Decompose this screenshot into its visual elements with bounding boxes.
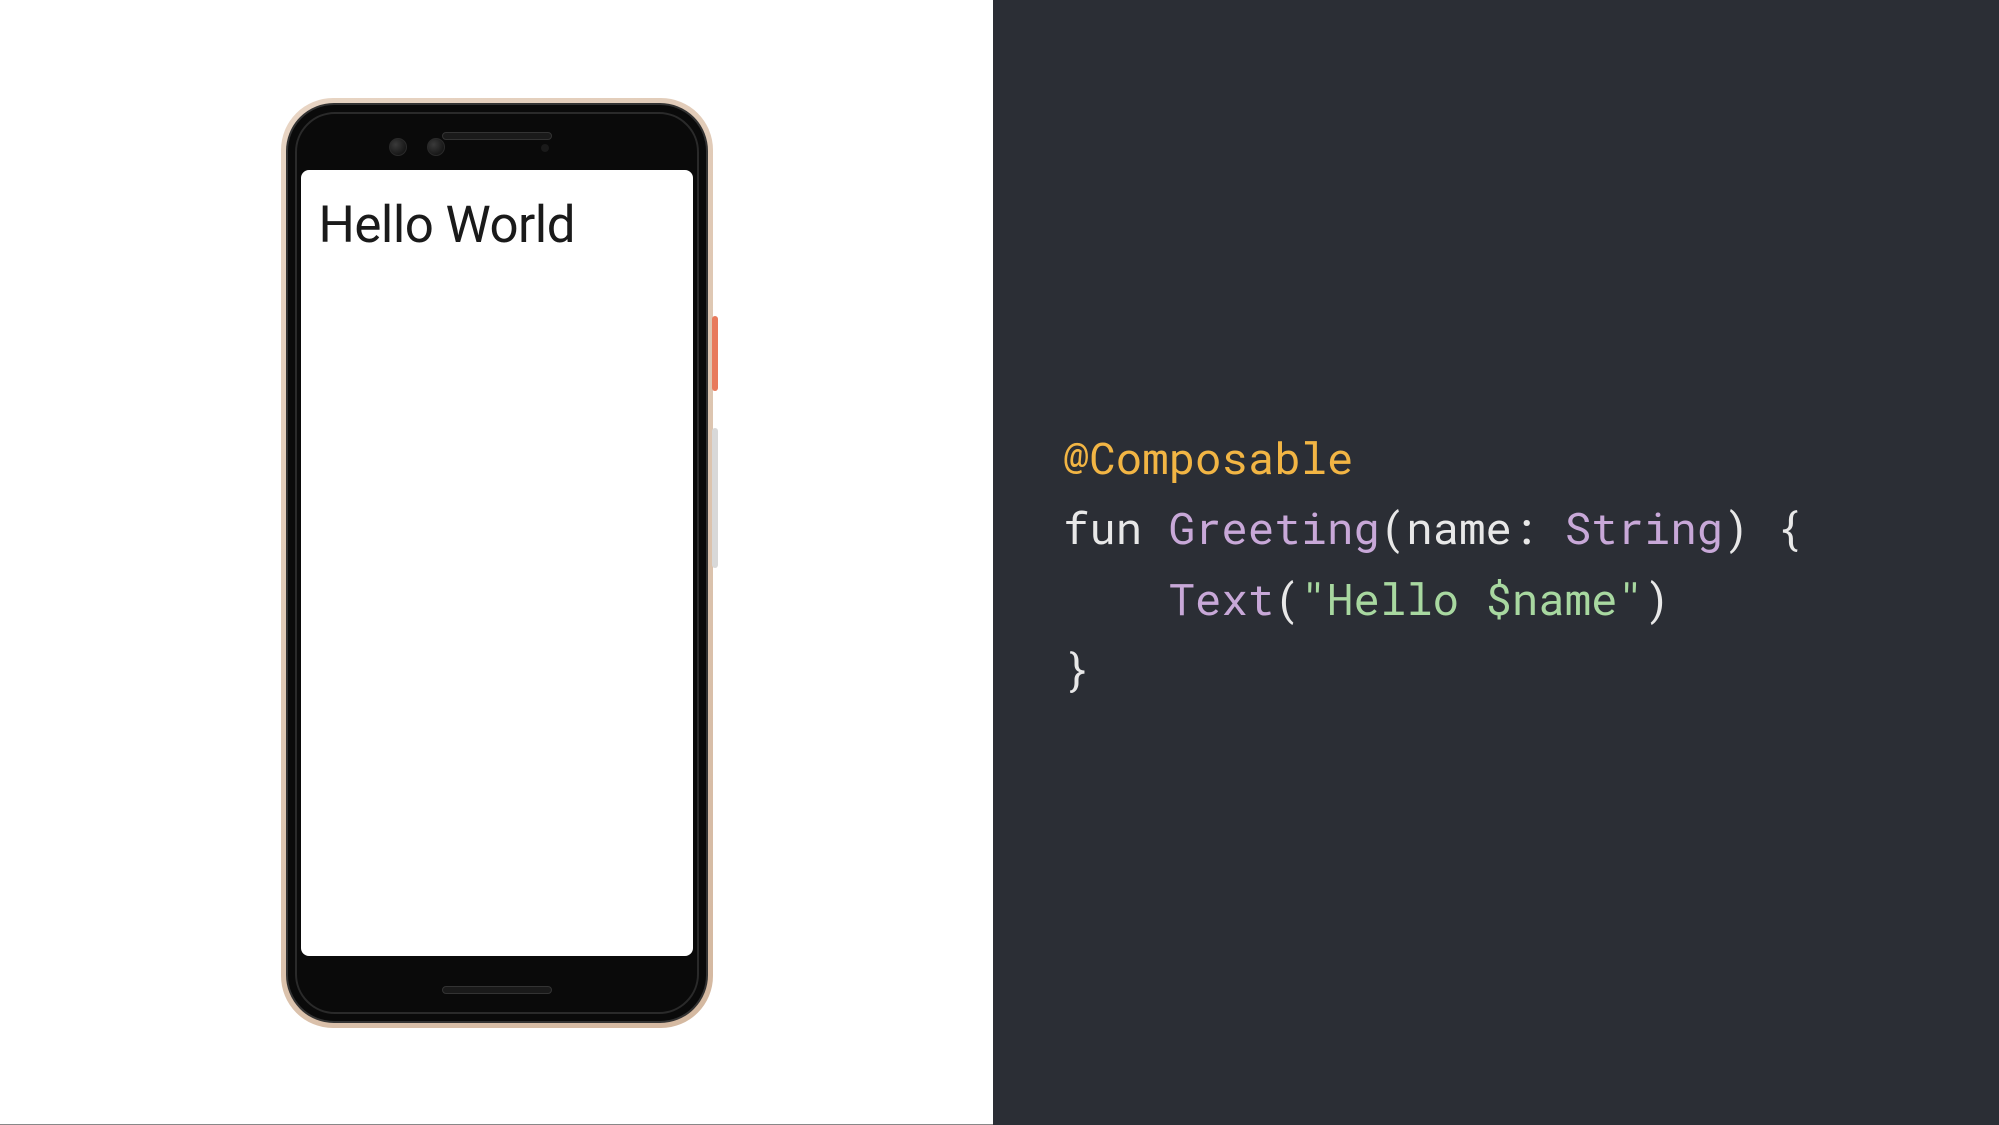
code-panel: @Composable fun Greeting(name: String) {… (993, 0, 1999, 1125)
code-paren: ) (1723, 498, 1749, 556)
camera-icon (427, 138, 445, 156)
code-function-name: Greeting (1169, 498, 1380, 556)
phone-mockup: Hello World (281, 98, 713, 1028)
code-indent (1063, 569, 1169, 627)
phone-screen: Hello World (301, 170, 693, 956)
code-annotation: @Composable (1063, 428, 1353, 486)
code-brace: } (1063, 639, 1089, 697)
code-paren: ( (1380, 498, 1406, 556)
code-paren: ) (1644, 569, 1670, 627)
camera-icon (389, 138, 407, 156)
code-param-type: String (1565, 498, 1723, 556)
volume-button-icon (712, 428, 718, 568)
phone-preview-panel: Hello World (0, 0, 993, 1125)
code-block: @Composable fun Greeting(name: String) {… (1063, 422, 1802, 704)
code-string: "Hello $name" (1301, 569, 1644, 627)
code-paren: ( (1274, 569, 1300, 627)
code-keyword-fun: fun (1063, 498, 1142, 556)
top-speaker-icon (442, 132, 552, 140)
camera-group (389, 138, 445, 156)
code-brace: { (1776, 498, 1802, 556)
code-param-name: name (1406, 498, 1512, 556)
sensor-icon (541, 144, 549, 152)
bottom-speaker-icon (442, 986, 552, 994)
app-text: Hello World (319, 196, 675, 255)
code-text-call: Text (1169, 569, 1275, 627)
power-button-icon (712, 316, 718, 391)
code-colon: : (1512, 498, 1538, 556)
